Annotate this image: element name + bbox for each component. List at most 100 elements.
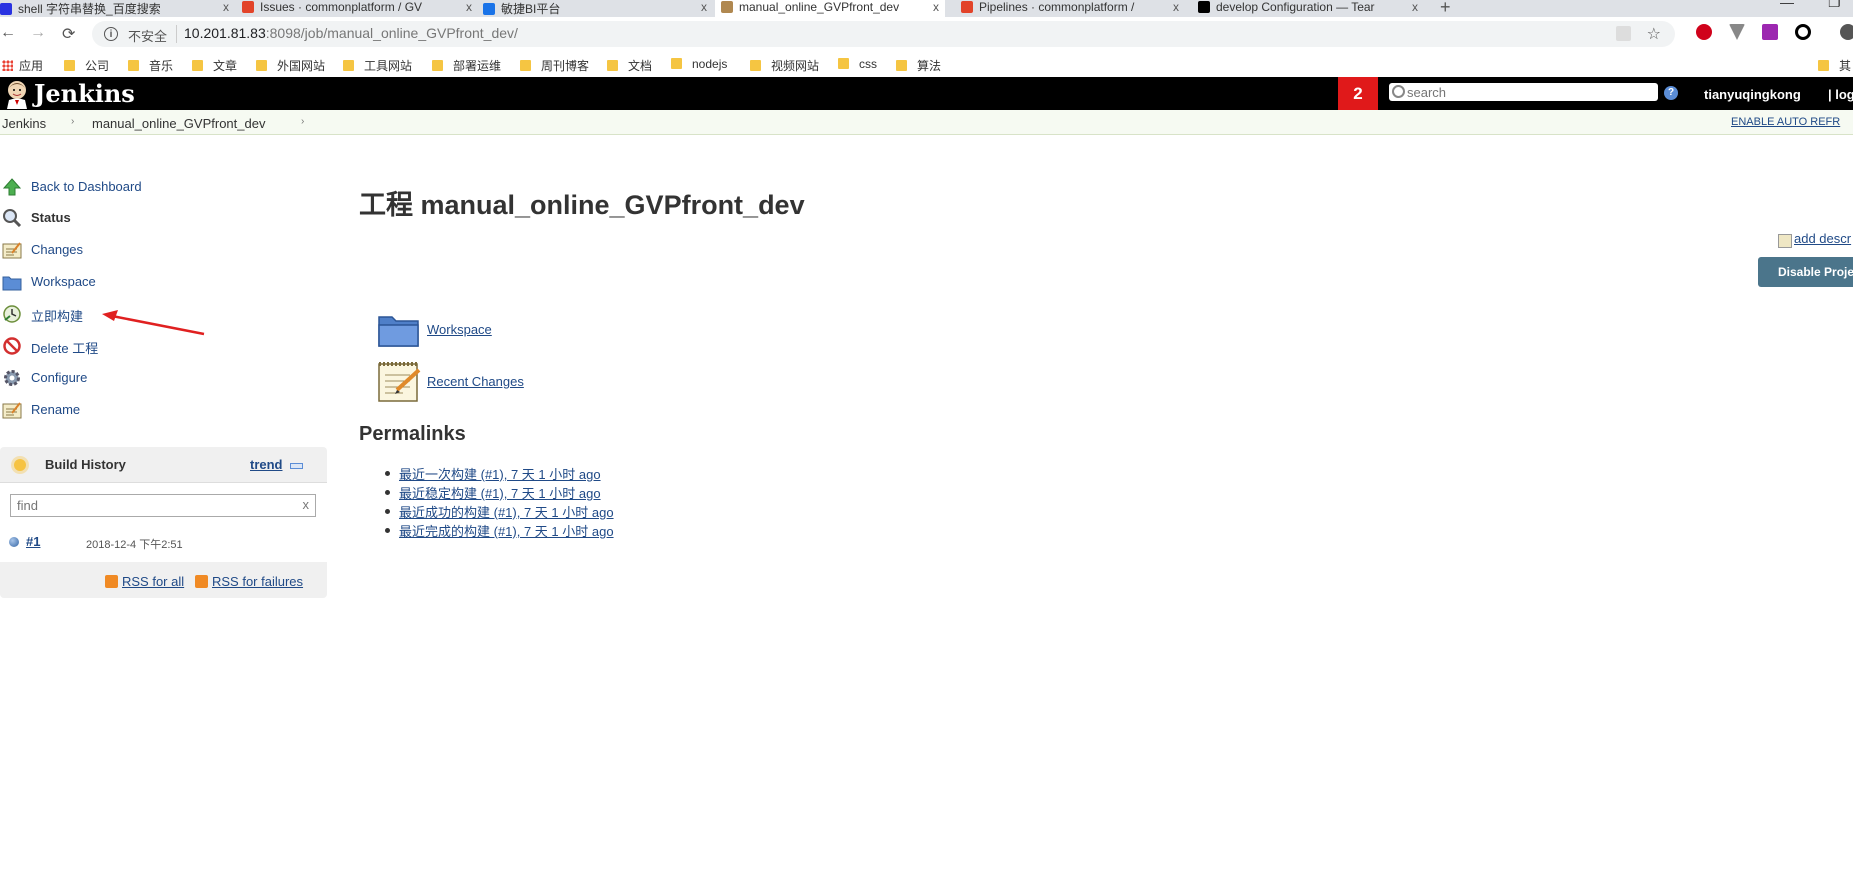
chevron-right-icon[interactable]: › bbox=[301, 116, 304, 127]
profile-icon[interactable] bbox=[1840, 24, 1853, 40]
gear-icon bbox=[4, 370, 20, 386]
breadcrumb-job[interactable]: manual_online_GVPfront_dev bbox=[92, 116, 265, 131]
permalink-last-stable[interactable]: 最近稳定构建 (#1), 7 天 1 小时 ago bbox=[399, 483, 601, 502]
no-entry-icon bbox=[3, 337, 21, 355]
rss-icon bbox=[105, 575, 118, 588]
permalinks-heading: Permalinks bbox=[359, 423, 466, 445]
find-input[interactable] bbox=[17, 498, 287, 513]
browser-tab[interactable]: shell 字符串替换_百度搜索 x bbox=[0, 0, 235, 17]
bookmark-folder[interactable]: nodejs bbox=[671, 57, 727, 71]
chevron-right-icon[interactable]: › bbox=[71, 116, 74, 127]
bookmark-folder[interactable]: 工具网站 bbox=[343, 57, 412, 74]
build-history-panel: Build History trend x #1 2018-12-4 下午2:5… bbox=[0, 447, 327, 598]
search-box[interactable] bbox=[1389, 83, 1658, 101]
minimize-icon[interactable]: — bbox=[1780, 0, 1794, 10]
bookmark-folder[interactable]: 周刊博客 bbox=[520, 57, 589, 74]
close-icon[interactable]: x bbox=[701, 0, 707, 14]
adblock-icon[interactable] bbox=[1696, 24, 1712, 40]
permalink-last-completed[interactable]: 最近完成的构建 (#1), 7 天 1 小时 ago bbox=[399, 521, 614, 540]
search-input[interactable] bbox=[1407, 83, 1647, 101]
rss-all-link[interactable]: RSS for all bbox=[105, 574, 184, 589]
new-tab-button[interactable]: + bbox=[1440, 0, 1451, 18]
disable-project-button[interactable]: Disable Proje bbox=[1758, 257, 1853, 287]
help-icon[interactable]: ? bbox=[1664, 86, 1678, 100]
build-status-ball-icon bbox=[9, 537, 19, 547]
up-arrow-icon bbox=[2, 178, 22, 196]
browser-tab[interactable]: Issues · commonplatform / GV x bbox=[242, 0, 478, 17]
permalink-last-build[interactable]: 最近一次构建 (#1), 7 天 1 小时 ago bbox=[399, 464, 601, 483]
trend-link[interactable]: trend bbox=[250, 457, 283, 472]
forward-icon[interactable]: → bbox=[30, 24, 46, 42]
close-icon[interactable]: x bbox=[933, 0, 939, 14]
logout-link[interactable]: | log bbox=[1828, 87, 1853, 102]
bookmark-folder[interactable]: 公司 bbox=[64, 57, 109, 74]
breadcrumb-jenkins[interactable]: Jenkins bbox=[2, 116, 46, 131]
workspace-link[interactable]: Workspace bbox=[427, 322, 492, 337]
bookmark-folder[interactable]: 文档 bbox=[607, 57, 652, 74]
notification-badge[interactable]: 2 bbox=[1338, 77, 1378, 110]
close-icon[interactable]: x bbox=[1412, 0, 1418, 14]
bookmark-folder[interactable]: 部署运维 bbox=[432, 57, 501, 74]
folder-icon[interactable] bbox=[377, 311, 420, 348]
baidu-icon bbox=[0, 3, 12, 15]
extension-icon[interactable] bbox=[1762, 24, 1778, 40]
build-date: 2018-12-4 下午2:51 bbox=[86, 539, 183, 551]
close-icon[interactable]: x bbox=[1173, 0, 1179, 14]
add-description-link[interactable]: add descr bbox=[1794, 231, 1851, 246]
folder-icon bbox=[128, 60, 139, 71]
enable-auto-refresh-link[interactable]: ENABLE AUTO REFR bbox=[1731, 116, 1840, 128]
user-link[interactable]: tianyuqingkong bbox=[1704, 87, 1801, 102]
browser-tab-active[interactable]: manual_online_GVPfront_dev x bbox=[715, 0, 945, 17]
list-bullet bbox=[385, 490, 390, 495]
extension-icon[interactable] bbox=[1795, 24, 1811, 40]
browser-tab[interactable]: develop Configuration — Tear x bbox=[1192, 0, 1424, 17]
security-label: 不安全 bbox=[128, 29, 168, 44]
url-bar[interactable]: i 不安全 10.201.81.83:8098/job/manual_onlin… bbox=[92, 21, 1675, 47]
notepad-icon[interactable] bbox=[377, 360, 422, 403]
jenkins-header: Jenkins 2 ? tianyuqingkong | log bbox=[0, 77, 1853, 110]
jenkins-favicon-icon bbox=[721, 1, 733, 13]
permalink-last-successful[interactable]: 最近成功的构建 (#1), 7 天 1 小时 ago bbox=[399, 502, 614, 521]
build-clock-icon bbox=[3, 305, 21, 323]
url-divider bbox=[176, 25, 177, 43]
folder-icon bbox=[256, 60, 267, 71]
back-icon[interactable]: ← bbox=[0, 24, 16, 42]
find-box[interactable]: x bbox=[10, 494, 316, 517]
browser-tab[interactable]: 敏捷BI平台 x bbox=[483, 0, 713, 17]
folder-icon bbox=[343, 60, 354, 71]
close-icon[interactable]: x bbox=[466, 0, 472, 14]
bookmark-folder[interactable]: 算法 bbox=[896, 57, 941, 74]
bookmark-folder[interactable]: 音乐 bbox=[128, 57, 173, 74]
bookmark-folder[interactable]: css bbox=[838, 57, 877, 71]
jenkins-title[interactable]: Jenkins bbox=[34, 79, 135, 108]
folder-icon bbox=[607, 60, 618, 71]
folder-icon bbox=[2, 276, 22, 291]
jenkins-butler-icon[interactable] bbox=[4, 79, 30, 109]
reload-icon[interactable]: ⟳ bbox=[62, 24, 75, 44]
url-text[interactable]: 10.201.81.83:8098/job/manual_online_GVPf… bbox=[184, 25, 518, 41]
restore-icon[interactable]: ❐ bbox=[1828, 0, 1841, 11]
folder-icon bbox=[838, 58, 849, 69]
bookmark-apps[interactable]: 应用 bbox=[2, 57, 43, 74]
bookmark-folder[interactable]: 其 bbox=[1818, 57, 1851, 74]
edit-icon[interactable] bbox=[1778, 234, 1792, 248]
info-icon[interactable]: i bbox=[104, 27, 118, 41]
rss-failures-link[interactable]: RSS for failures bbox=[195, 574, 303, 589]
extension-icon[interactable] bbox=[1729, 24, 1745, 40]
list-bullet bbox=[385, 528, 390, 533]
clear-icon[interactable]: x bbox=[303, 497, 310, 512]
star-icon[interactable]: ☆ bbox=[1647, 24, 1661, 44]
trend-icon[interactable] bbox=[290, 463, 303, 469]
build-number-link[interactable]: #1 bbox=[26, 534, 40, 549]
bookmark-folder[interactable]: 外国网站 bbox=[256, 57, 325, 74]
browser-tab[interactable]: Pipelines · commonplatform / x bbox=[955, 0, 1185, 17]
bookmark-folder[interactable]: 文章 bbox=[192, 57, 237, 74]
recent-changes-link[interactable]: Recent Changes bbox=[427, 374, 524, 389]
bookmark-folder[interactable]: 视频网站 bbox=[750, 57, 819, 74]
translate-icon[interactable] bbox=[1616, 26, 1631, 41]
folder-icon bbox=[192, 60, 203, 71]
close-icon[interactable]: x bbox=[223, 0, 229, 14]
folder-icon bbox=[64, 60, 75, 71]
browser-tab-bar: shell 字符串替换_百度搜索 x Issues · commonplatfo… bbox=[0, 0, 1853, 17]
annotation-arrow bbox=[102, 310, 205, 336]
